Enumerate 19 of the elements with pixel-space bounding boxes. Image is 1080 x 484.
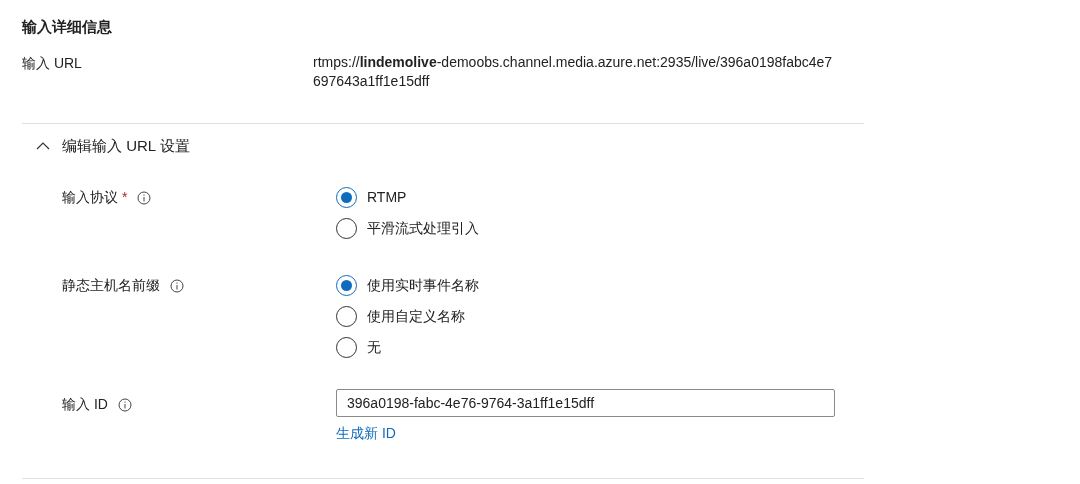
option-label: 使用实时事件名称	[367, 276, 479, 295]
info-icon	[117, 397, 132, 412]
field-label: 输入 ID	[62, 395, 108, 414]
required-mark: *	[122, 188, 128, 207]
url-label: 输入 URL	[22, 54, 83, 73]
info-icon	[170, 278, 184, 293]
generate-id-link[interactable]: 生成新 ID	[336, 423, 396, 444]
option-label: 无	[367, 338, 381, 357]
info-icon	[137, 190, 152, 205]
field-label: 输入协议	[62, 188, 118, 207]
field-label: 静态主机名前缀	[62, 276, 160, 295]
section-title: 输入详细信息	[22, 17, 113, 37]
input-field[interactable]: 396a0198-fabc-4e76-9764-3a1ff1e15dff	[336, 389, 835, 417]
option-label: 平滑流式处理引入	[367, 219, 479, 238]
option-label: RTMP	[367, 188, 407, 207]
expander-title[interactable]: 编辑输入 URL 设置	[62, 134, 190, 158]
chevron-up-icon[interactable]	[36, 142, 50, 150]
option-label: 使用自定义名称	[367, 307, 465, 326]
input-url: rtmps://lindemolive-demoobs.channel.media.azure.net:2935/live/396a0198fabc4e7697643a1ff1e15dff	[313, 53, 834, 91]
